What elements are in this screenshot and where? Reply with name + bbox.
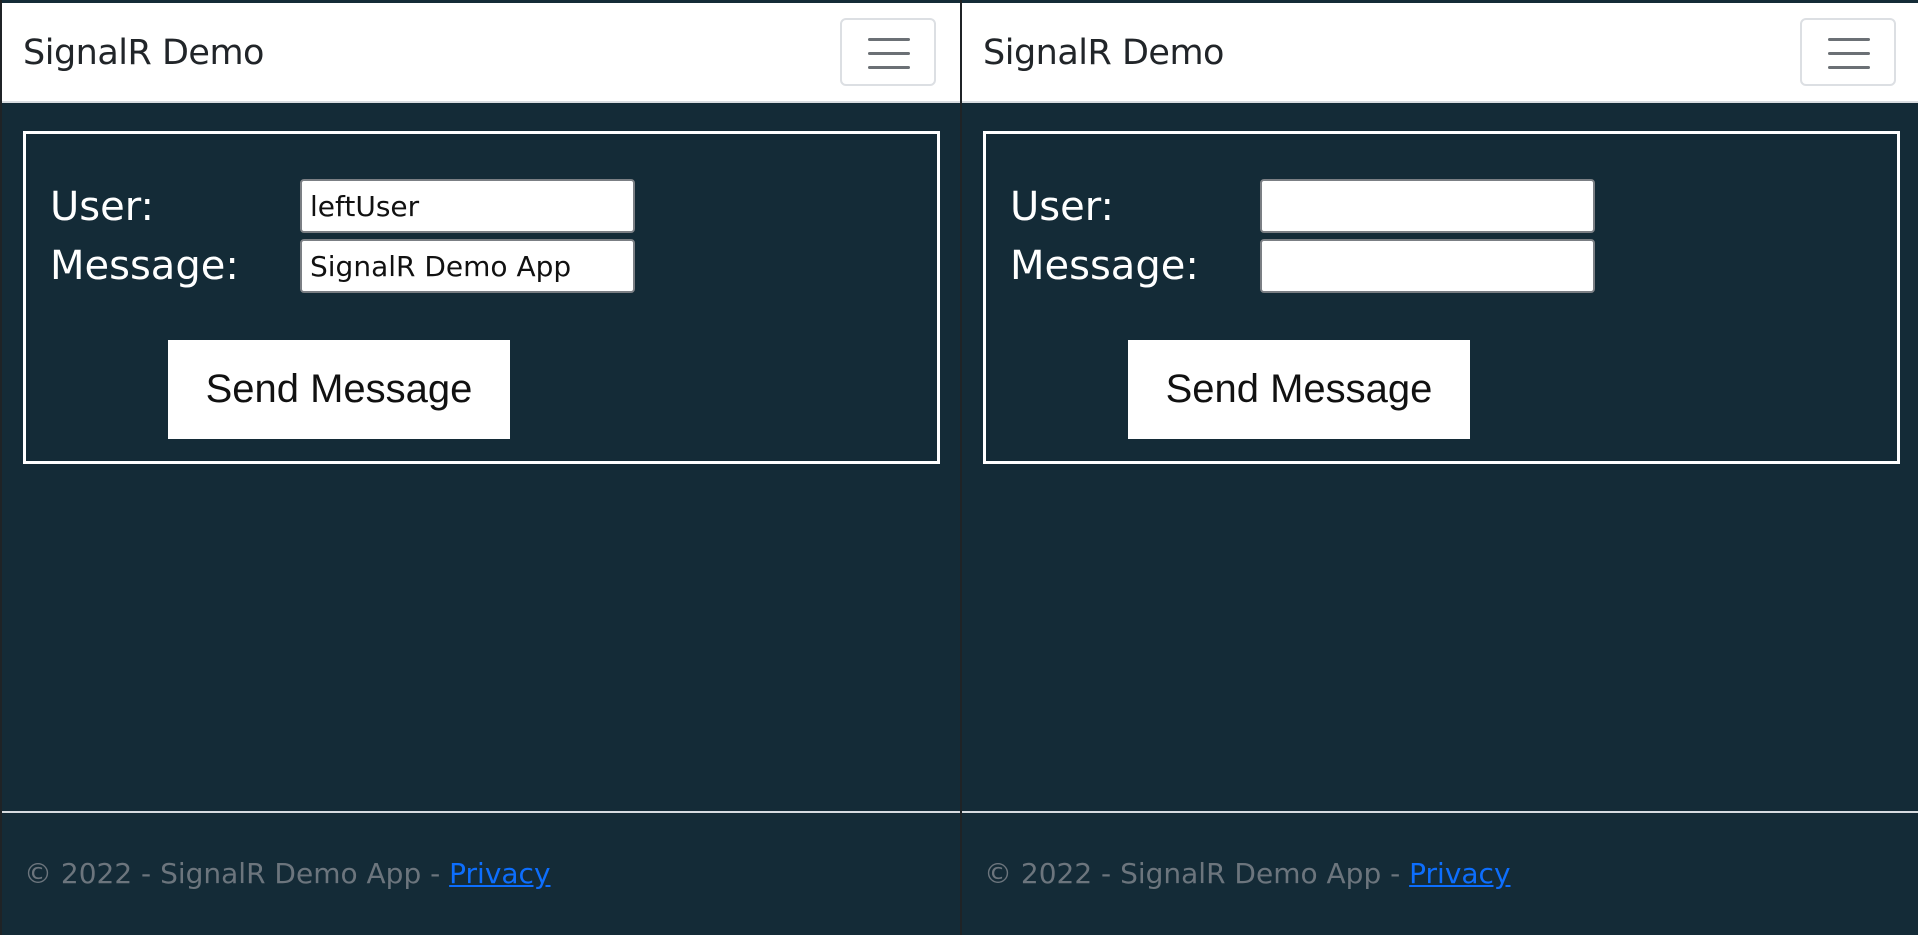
footer-text: © 2022 - SignalR Demo App - xyxy=(984,857,1410,890)
message-label: Message: xyxy=(50,243,239,289)
message-input[interactable] xyxy=(300,239,635,293)
hamburger-menu-icon xyxy=(868,38,910,41)
user-input[interactable] xyxy=(1260,179,1595,233)
privacy-link[interactable]: Privacy xyxy=(449,857,550,890)
footer-divider xyxy=(2,811,960,813)
navbar: SignalR Demo xyxy=(2,3,960,103)
footer: © 2022 - SignalR Demo App - Privacy xyxy=(984,857,1511,890)
message-label: Message: xyxy=(1010,243,1199,289)
navbar-brand[interactable]: SignalR Demo xyxy=(983,33,1224,73)
split-screen: SignalR Demo User: Message: Send Message… xyxy=(0,0,1918,935)
navbar-brand[interactable]: SignalR Demo xyxy=(23,33,264,73)
navbar-toggle-button[interactable] xyxy=(840,18,936,86)
hamburger-menu-icon xyxy=(1828,52,1870,55)
user-label: User: xyxy=(50,184,154,230)
message-form: User: Message: Send Message xyxy=(23,131,940,464)
hamburger-menu-icon xyxy=(868,66,910,69)
hamburger-menu-icon xyxy=(868,52,910,55)
message-input[interactable] xyxy=(1260,239,1595,293)
send-message-button[interactable]: Send Message xyxy=(168,340,510,439)
user-input[interactable] xyxy=(300,179,635,233)
navbar-toggle-button[interactable] xyxy=(1800,18,1896,86)
user-label: User: xyxy=(1010,184,1114,230)
navbar: SignalR Demo xyxy=(962,3,1918,103)
footer-text: © 2022 - SignalR Demo App - xyxy=(24,857,450,890)
privacy-link[interactable]: Privacy xyxy=(1409,857,1510,890)
footer-divider xyxy=(962,811,1918,813)
hamburger-menu-icon xyxy=(1828,38,1870,41)
send-message-button[interactable]: Send Message xyxy=(1128,340,1470,439)
footer: © 2022 - SignalR Demo App - Privacy xyxy=(24,857,551,890)
browser-pane-right: SignalR Demo User: Message: Send Message… xyxy=(962,0,1918,935)
message-form: User: Message: Send Message xyxy=(983,131,1900,464)
browser-pane-left: SignalR Demo User: Message: Send Message… xyxy=(2,0,960,935)
hamburger-menu-icon xyxy=(1828,66,1870,69)
